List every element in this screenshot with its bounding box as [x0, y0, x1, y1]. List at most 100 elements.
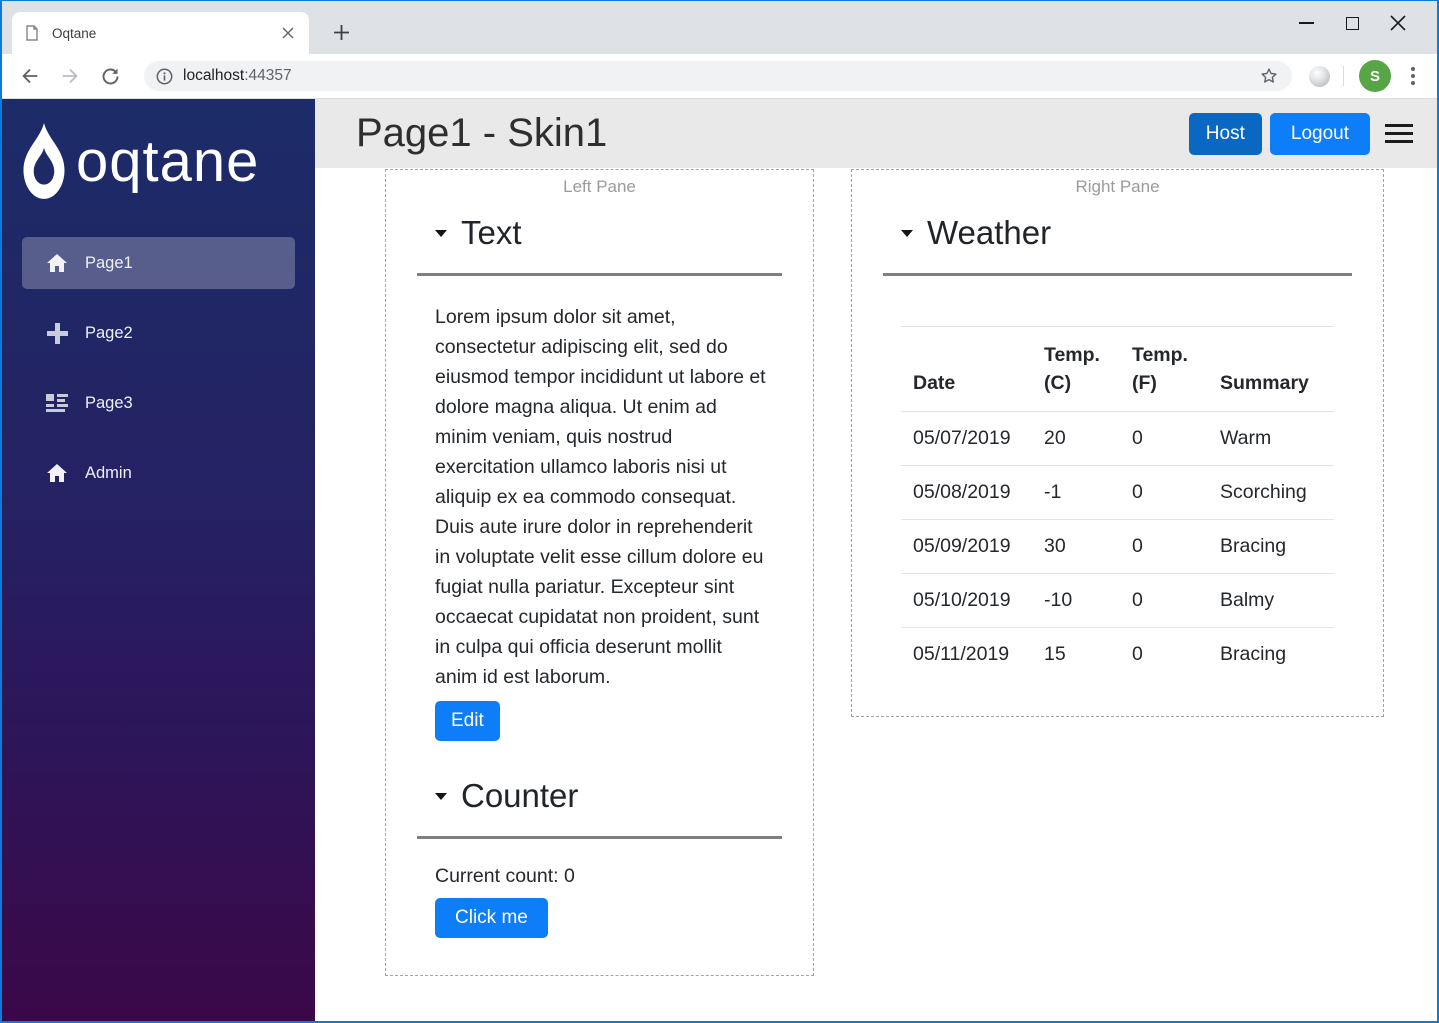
minimize-button[interactable] — [1283, 9, 1329, 37]
forward-arrow-icon — [62, 68, 78, 84]
hamburger-icon — [1385, 124, 1413, 127]
page-content: Left Pane Text Lorem ipsum dolor sit ame… — [315, 168, 1437, 1021]
module-content: Date Temp. (C) Temp. (F) Summary 05/07/2… — [883, 276, 1352, 681]
maximize-icon — [1345, 16, 1359, 30]
column-header-summary: Summary — [1208, 326, 1334, 412]
tab-strip: Oqtane — [2, 1, 1437, 54]
app-area: oqtane Page1 Page2 Page3 Admin Page1 - S… — [2, 99, 1437, 1021]
reload-button[interactable] — [98, 64, 122, 88]
cell-date: 05/08/2019 — [901, 465, 1032, 520]
sidebar-item-page1[interactable]: Page1 — [22, 237, 295, 289]
close-icon — [282, 27, 294, 39]
module-content: Lorem ipsum dolor sit amet, consectetur … — [417, 276, 782, 741]
sidebar-item-label: Admin — [85, 463, 132, 482]
edit-button[interactable]: Edit — [435, 701, 500, 741]
cell-temp-c: -1 — [1032, 465, 1120, 520]
cell-summary: Bracing — [1208, 627, 1334, 681]
table-row: 05/09/2019 30 0 Bracing — [901, 519, 1334, 574]
weather-module: Weather Date Temp. (C) Temp. (F) Summary… — [883, 208, 1352, 681]
click-me-button[interactable]: Click me — [435, 898, 548, 938]
sidebar-item-label: Page2 — [85, 323, 133, 342]
column-header-date: Date — [901, 326, 1032, 412]
logout-button[interactable]: Logout — [1269, 112, 1370, 155]
module-title: Counter — [461, 777, 579, 814]
cell-summary: Warm — [1220, 427, 1272, 449]
module-header: Text — [417, 208, 782, 258]
cell-summary: Balmy — [1208, 573, 1334, 628]
cell-temp-f: 0 — [1120, 573, 1208, 628]
minimize-icon — [1298, 22, 1314, 24]
current-count-text: Current count: 0 — [435, 865, 575, 887]
cell-temp-c: 20 — [1044, 427, 1066, 449]
module-content: Current count: 0 Click me — [417, 839, 782, 938]
toolbar-divider — [1343, 66, 1344, 86]
logo-wordmark: oqtane — [76, 129, 260, 194]
page-header: Page1 - Skin1 Host Logout — [315, 99, 1437, 168]
cell-temp-c: 30 — [1032, 519, 1120, 574]
cell-temp-f: 0 — [1120, 627, 1208, 681]
profile-avatar[interactable]: S — [1359, 60, 1391, 92]
cell-temp-f: 0 — [1120, 519, 1208, 574]
window-controls — [1283, 9, 1421, 37]
cell-summary: Bracing — [1208, 519, 1334, 574]
header-actions: Host Logout — [1188, 112, 1413, 155]
module-title: Weather — [927, 214, 1052, 251]
cell-temp-c: 15 — [1032, 627, 1120, 681]
table-row: 05/08/2019 -1 0 Scorching — [901, 465, 1334, 520]
menu-toggle-button[interactable] — [1385, 119, 1413, 148]
home-icon — [46, 254, 68, 272]
left-pane: Left Pane Text Lorem ipsum dolor sit ame… — [385, 169, 814, 976]
pane-label: Right Pane — [1075, 177, 1160, 196]
close-window-button[interactable] — [1375, 9, 1421, 37]
maximize-button[interactable] — [1329, 9, 1375, 37]
sidebar-item-label: Page3 — [85, 393, 133, 412]
browser-toolbar: localhost:44357 S — [2, 54, 1437, 99]
reload-icon — [102, 68, 118, 84]
module-header: Counter — [417, 771, 782, 821]
weather-table: Date Temp. (C) Temp. (F) Summary 05/07/2… — [901, 326, 1334, 681]
host-button[interactable]: Host — [1188, 112, 1262, 155]
module-actions-caret-icon[interactable] — [901, 229, 913, 237]
weather-table-header-row: Date Temp. (C) Temp. (F) Summary — [901, 326, 1334, 412]
extension-icon[interactable] — [1309, 65, 1330, 87]
table-row: 05/11/2019 15 0 Bracing — [901, 627, 1334, 681]
table-row: 05/10/2019 -10 0 Balmy — [901, 573, 1334, 628]
tab-close-button[interactable] — [279, 24, 297, 42]
module-title: Text — [461, 214, 522, 251]
tab-title: Oqtane — [52, 25, 97, 41]
back-button[interactable] — [18, 64, 42, 88]
cell-temp-f: 0 — [1120, 465, 1208, 520]
address-bar[interactable]: localhost:44357 — [144, 61, 1292, 91]
pane-label: Left Pane — [563, 177, 636, 196]
module-actions-caret-icon[interactable] — [435, 792, 447, 800]
column-header-temp-c: Temp. (C) — [1032, 326, 1120, 412]
plus-icon — [46, 322, 68, 344]
browser-menu-button[interactable] — [1411, 67, 1415, 85]
close-icon — [1390, 15, 1406, 31]
cell-summary: Scorching — [1208, 465, 1334, 520]
sidebar-item-page3[interactable]: Page3 — [22, 377, 295, 429]
main-area: Page1 - Skin1 Host Logout Left Pane Text… — [315, 99, 1437, 1021]
new-tab-button[interactable] — [329, 20, 353, 44]
oqtane-logo[interactable]: oqtane — [2, 119, 315, 205]
url-text[interactable]: localhost:44357 — [183, 67, 292, 85]
sidebar-item-page2[interactable]: Page2 — [22, 307, 295, 359]
module-actions-caret-icon[interactable] — [435, 229, 447, 237]
list-rich-icon — [46, 393, 68, 413]
site-info-icon[interactable] — [156, 68, 173, 85]
right-pane: Right Pane Weather Date Temp. (C) Temp. … — [851, 169, 1384, 717]
sidebar: oqtane Page1 Page2 Page3 Admin — [2, 99, 315, 1021]
table-row: 05/07/2019 20 0 Warm — [901, 412, 1334, 466]
forward-button[interactable] — [58, 64, 82, 88]
sidebar-item-admin[interactable]: Admin — [22, 447, 295, 499]
browser-window: Oqtane localhost:44357 S oqtane Page1 Pa… — [0, 0, 1439, 1023]
cell-temp-c: -10 — [1032, 573, 1120, 628]
page-favicon-icon — [24, 25, 40, 41]
bookmark-button[interactable] — [1258, 65, 1280, 87]
browser-tab[interactable]: Oqtane — [12, 12, 309, 54]
star-icon — [1261, 68, 1277, 83]
plus-icon — [333, 24, 349, 40]
sidebar-item-label: Page1 — [85, 253, 133, 272]
cell-date: 05/09/2019 — [901, 519, 1032, 574]
sidebar-nav: Page1 Page2 Page3 Admin — [2, 237, 315, 499]
